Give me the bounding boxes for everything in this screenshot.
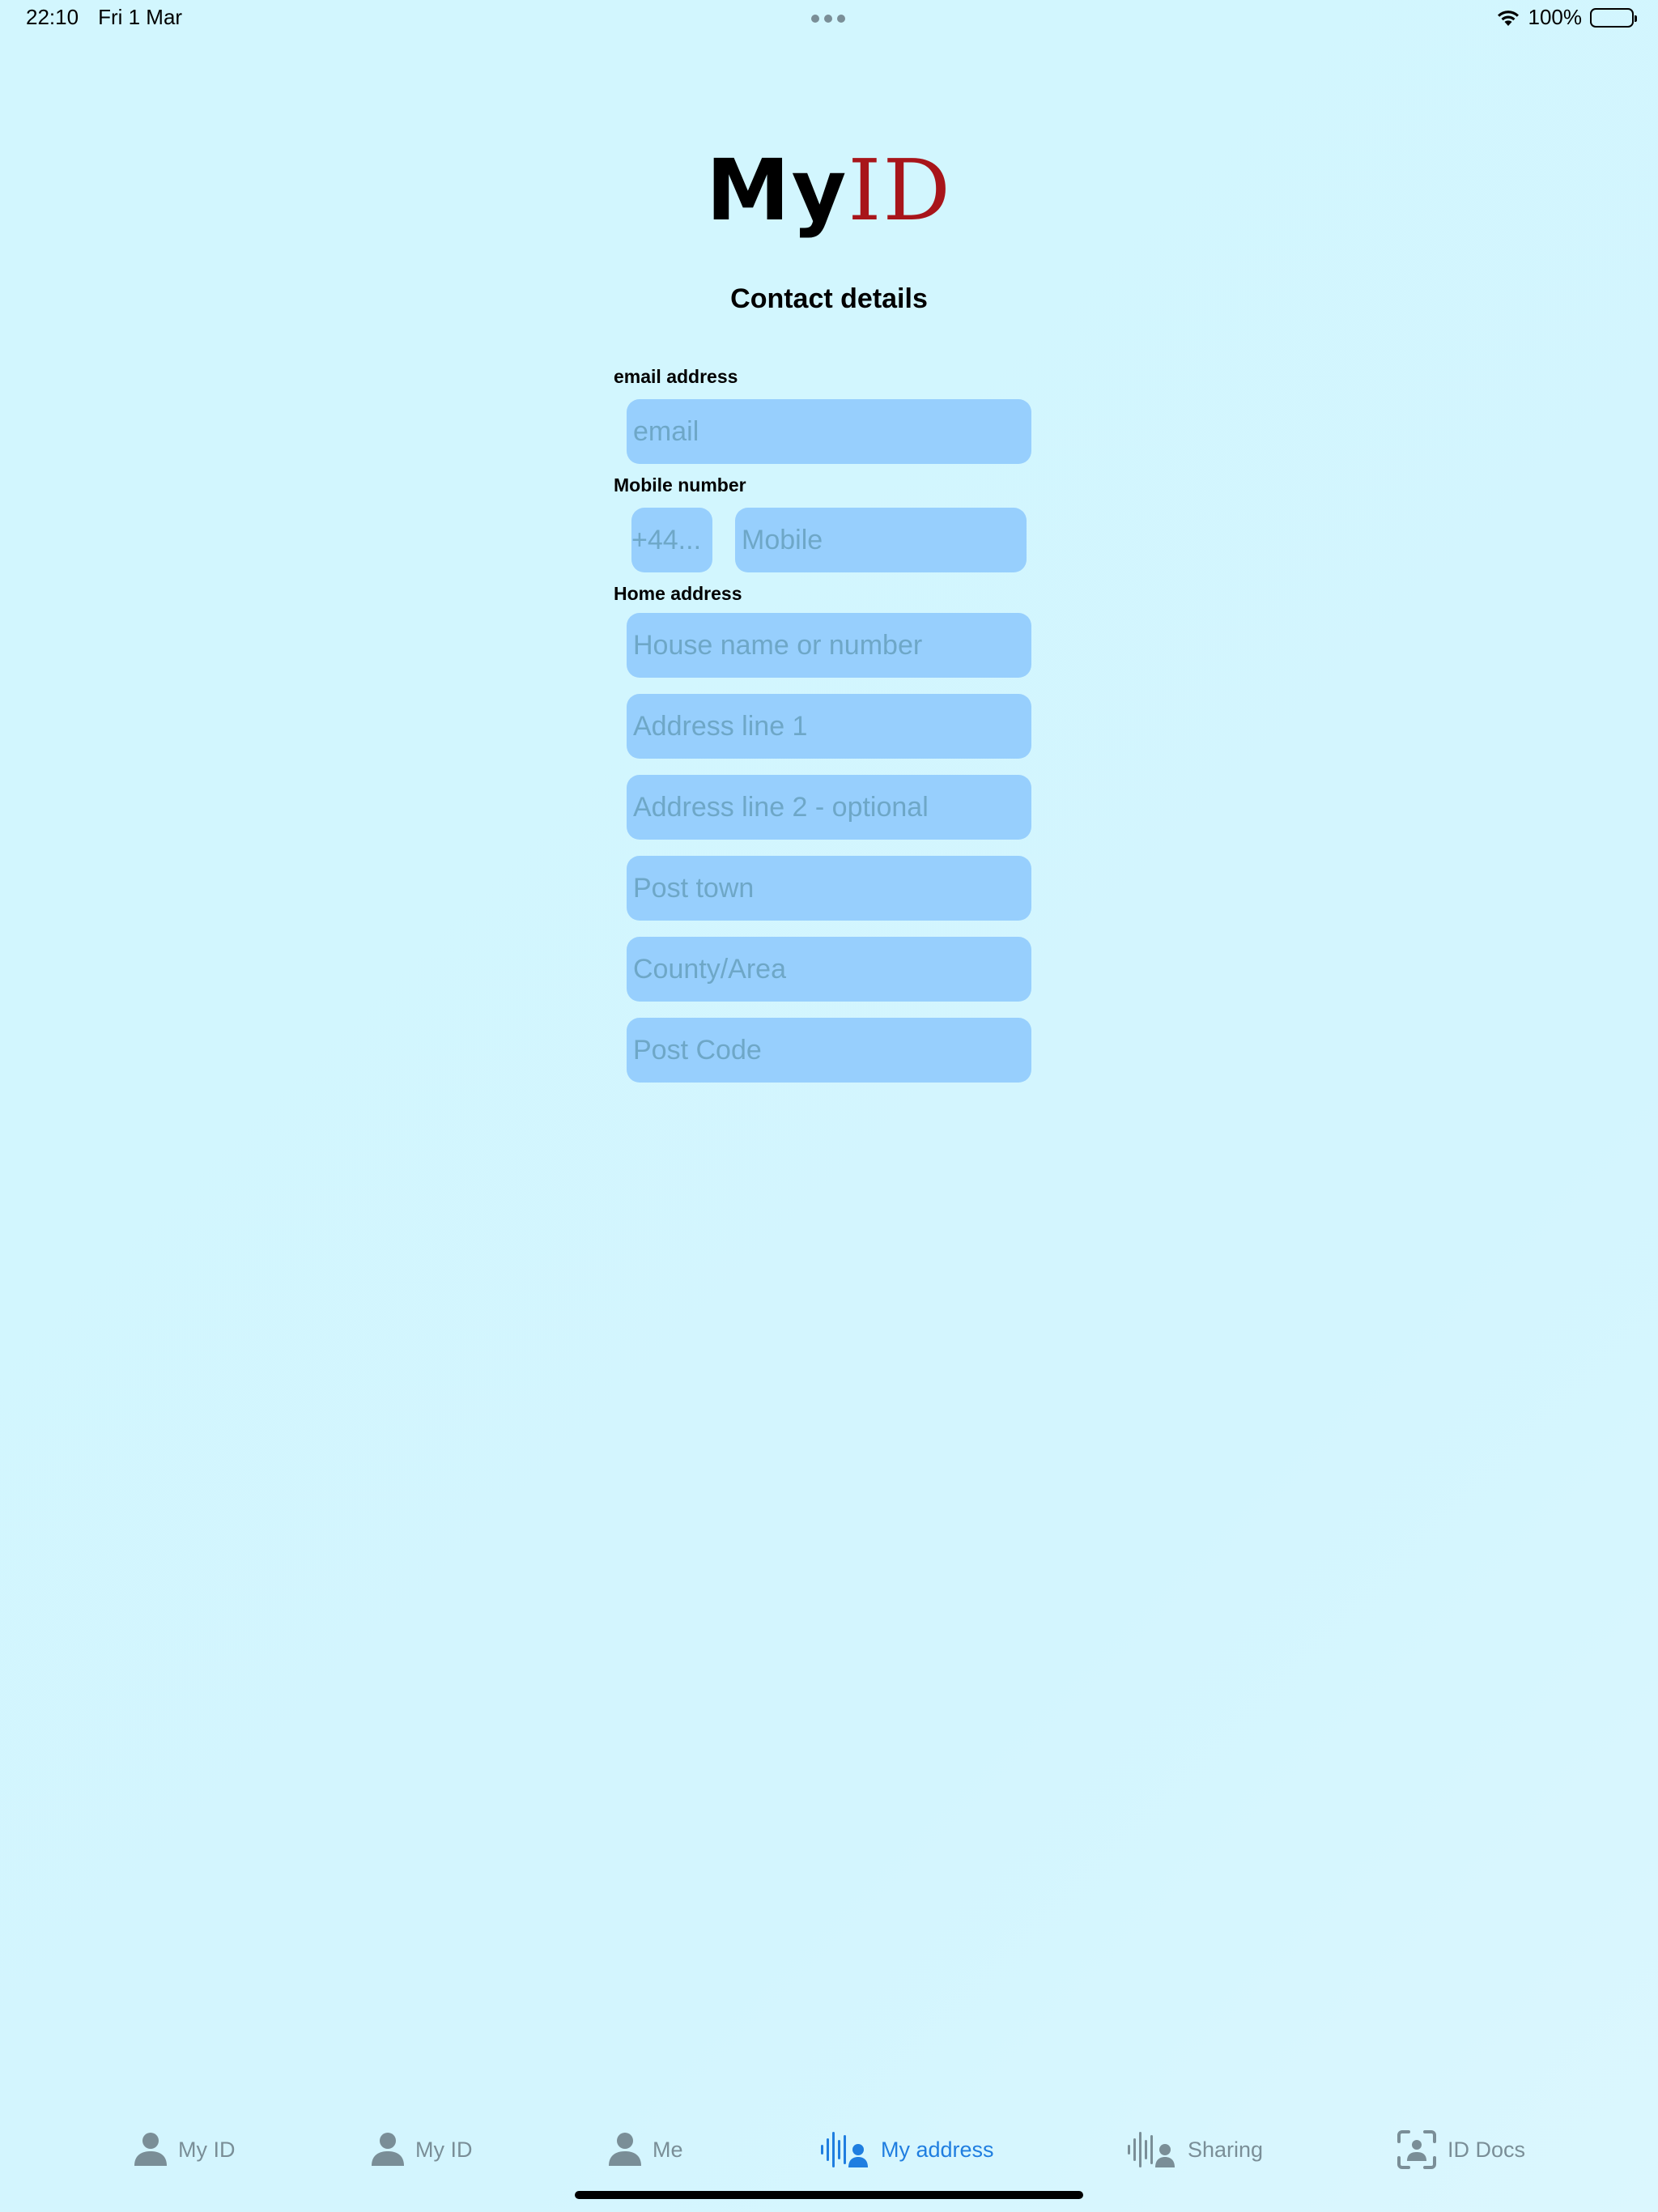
- postcode-field[interactable]: [627, 1018, 1031, 1083]
- country-code-field[interactable]: [631, 508, 712, 572]
- battery-percent: 100%: [1528, 5, 1583, 29]
- mobile-label: Mobile number: [614, 474, 746, 496]
- address-line1-field[interactable]: [627, 694, 1031, 759]
- tab-sharing[interactable]: Sharing: [1128, 2121, 1263, 2178]
- battery-icon: [1590, 7, 1637, 28]
- logo-my: My: [706, 141, 848, 240]
- tab-label: My ID: [415, 2137, 473, 2162]
- status-right: 100%: [1496, 5, 1637, 30]
- house-field[interactable]: [627, 613, 1031, 678]
- tab-label: Sharing: [1188, 2137, 1264, 2162]
- address-line2-field[interactable]: [627, 775, 1031, 840]
- status-left: 22:10 Fri 1 Mar: [26, 5, 182, 30]
- person-icon: [609, 2132, 641, 2167]
- tab-my-id-1[interactable]: My ID: [134, 2121, 236, 2178]
- page-title: Contact details: [730, 283, 928, 314]
- status-bar: 22:10 Fri 1 Mar 100%: [0, 0, 1658, 39]
- tab-me[interactable]: Me: [609, 2121, 683, 2178]
- email-label: email address: [614, 366, 738, 387]
- logo-id: ID: [848, 141, 952, 240]
- voice-person-icon: [1128, 2130, 1176, 2169]
- county-field[interactable]: [627, 937, 1031, 1002]
- tab-label: My address: [881, 2137, 994, 2162]
- tab-id-docs[interactable]: ID Docs: [1397, 2121, 1525, 2178]
- tab-label: My ID: [178, 2137, 236, 2162]
- person-icon: [134, 2132, 167, 2167]
- tab-bar: My ID My ID Me My address Sharing ID Doc…: [0, 2121, 1658, 2178]
- multitasking-dots-icon[interactable]: [811, 15, 845, 23]
- home-address-label: Home address: [614, 583, 742, 604]
- home-indicator[interactable]: [575, 2191, 1083, 2199]
- status-time: 22:10: [26, 5, 79, 29]
- post-town-field[interactable]: [627, 856, 1031, 921]
- voice-person-icon: [821, 2130, 869, 2169]
- app-logo: MyID: [0, 146, 1658, 236]
- tab-label: Me: [653, 2137, 683, 2162]
- person-icon: [372, 2132, 404, 2167]
- tab-my-id-2[interactable]: My ID: [372, 2121, 473, 2178]
- person-viewfinder-icon: [1397, 2130, 1436, 2169]
- status-date: Fri 1 Mar: [98, 5, 183, 29]
- wifi-icon: [1496, 8, 1520, 28]
- tab-label: ID Docs: [1448, 2137, 1526, 2162]
- tab-my-address[interactable]: My address: [821, 2121, 994, 2178]
- mobile-field[interactable]: [735, 508, 1027, 572]
- email-field[interactable]: [627, 399, 1031, 464]
